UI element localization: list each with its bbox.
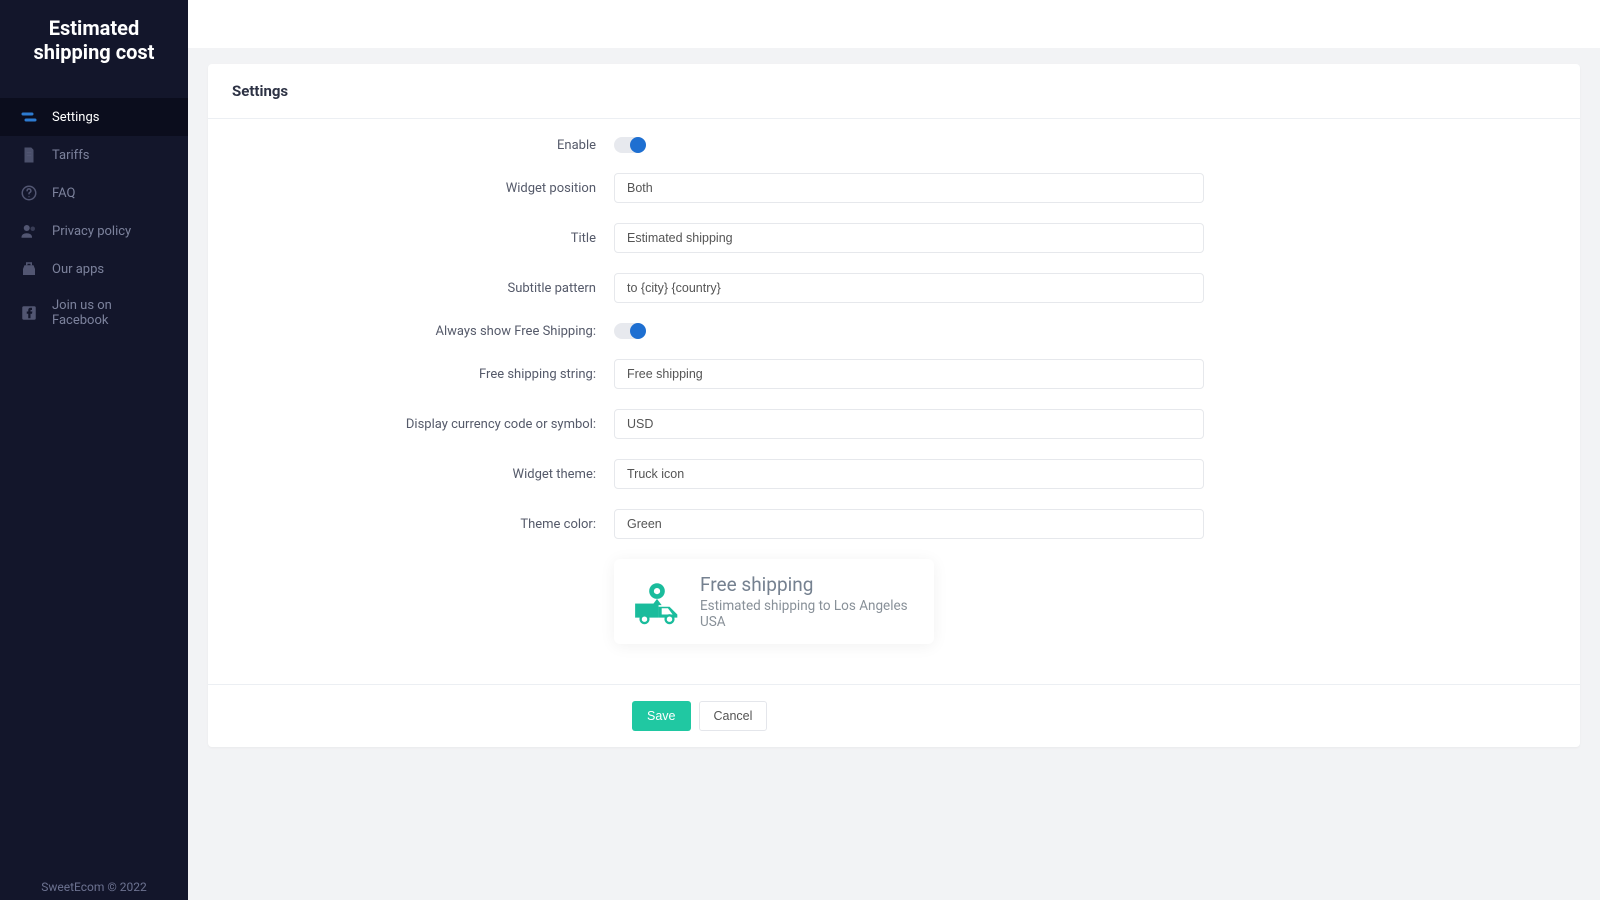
label-title: Title bbox=[208, 231, 614, 246]
sidebar-item-label: FAQ bbox=[52, 186, 75, 201]
label-currency: Display currency code or symbol: bbox=[208, 417, 614, 432]
sidebar-item-label: Privacy policy bbox=[52, 224, 131, 239]
toggle-always-free[interactable] bbox=[614, 323, 644, 339]
label-free-string: Free shipping string: bbox=[208, 367, 614, 382]
card-actions: Save Cancel bbox=[208, 684, 1580, 747]
label-color: Theme color: bbox=[208, 517, 614, 532]
sidebar-footer: SweetEcom © 2022 bbox=[0, 870, 188, 900]
save-button[interactable]: Save bbox=[632, 701, 691, 731]
apps-icon bbox=[20, 260, 38, 278]
sidebar-item-label: Tariffs bbox=[52, 148, 89, 163]
row-enable: Enable bbox=[208, 137, 1580, 153]
toggle-enable[interactable] bbox=[614, 137, 644, 153]
preview-subtitle: Estimated shipping to Los Angeles USA bbox=[700, 598, 916, 630]
sidebar-item-label: Our apps bbox=[52, 262, 104, 277]
select-theme-color[interactable] bbox=[614, 509, 1204, 539]
label-enable: Enable bbox=[208, 138, 614, 153]
label-position: Widget position bbox=[208, 181, 614, 196]
row-position: Widget position bbox=[208, 173, 1580, 203]
settings-icon bbox=[20, 108, 38, 126]
row-title: Title bbox=[208, 223, 1580, 253]
main-area: Settings Enable Widget position Title bbox=[188, 0, 1600, 900]
facebook-icon bbox=[20, 304, 38, 322]
select-widget-position[interactable] bbox=[614, 173, 1204, 203]
label-subtitle: Subtitle pattern bbox=[208, 281, 614, 296]
app-title: Estimated shipping cost bbox=[0, 0, 188, 78]
sidebar-item-apps[interactable]: Our apps bbox=[0, 250, 188, 288]
faq-icon bbox=[20, 184, 38, 202]
sidebar-item-label: Join us on Facebook bbox=[52, 298, 168, 328]
truck-icon bbox=[632, 579, 682, 625]
row-theme: Widget theme: bbox=[208, 459, 1580, 489]
sidebar-item-settings[interactable]: Settings bbox=[0, 98, 188, 136]
label-theme: Widget theme: bbox=[208, 467, 614, 482]
content-wrap: Settings Enable Widget position Title bbox=[188, 48, 1600, 900]
settings-card: Settings Enable Widget position Title bbox=[208, 64, 1580, 747]
cancel-button[interactable]: Cancel bbox=[699, 701, 768, 731]
select-widget-theme[interactable] bbox=[614, 459, 1204, 489]
sidebar-nav: Settings Tariffs FAQ Privacy policy Our bbox=[0, 98, 188, 870]
widget-preview: Free shipping Estimated shipping to Los … bbox=[614, 559, 934, 644]
preview-title: Free shipping bbox=[700, 573, 916, 596]
sidebar-item-tariffs[interactable]: Tariffs bbox=[0, 136, 188, 174]
input-title[interactable] bbox=[614, 223, 1204, 253]
card-header: Settings bbox=[208, 64, 1580, 119]
privacy-icon bbox=[20, 222, 38, 240]
sidebar: Estimated shipping cost Settings Tariffs… bbox=[0, 0, 188, 900]
row-currency: Display currency code or symbol: bbox=[208, 409, 1580, 439]
row-free-string: Free shipping string: bbox=[208, 359, 1580, 389]
input-subtitle-pattern[interactable] bbox=[614, 273, 1204, 303]
card-title: Settings bbox=[232, 82, 1556, 100]
row-preview: . bbox=[208, 559, 1580, 644]
row-always-free: Always show Free Shipping: bbox=[208, 323, 1580, 339]
sidebar-item-facebook[interactable]: Join us on Facebook bbox=[0, 288, 188, 338]
topbar bbox=[188, 0, 1600, 48]
row-subtitle: Subtitle pattern bbox=[208, 273, 1580, 303]
sidebar-item-label: Settings bbox=[52, 110, 99, 125]
tariffs-icon bbox=[20, 146, 38, 164]
input-free-shipping-string[interactable] bbox=[614, 359, 1204, 389]
row-color: Theme color: bbox=[208, 509, 1580, 539]
sidebar-item-privacy[interactable]: Privacy policy bbox=[0, 212, 188, 250]
select-currency-display[interactable] bbox=[614, 409, 1204, 439]
sidebar-item-faq[interactable]: FAQ bbox=[0, 174, 188, 212]
label-always-free: Always show Free Shipping: bbox=[208, 324, 614, 339]
settings-form: Enable Widget position Title bbox=[208, 119, 1580, 684]
